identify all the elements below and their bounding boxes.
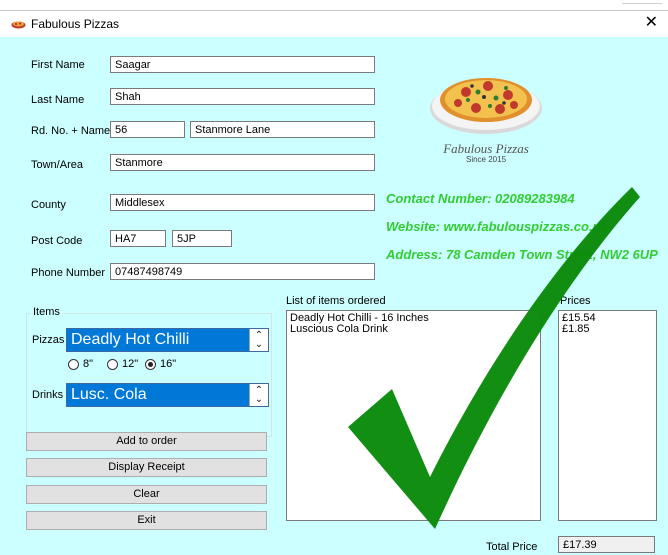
pizzas-label: Pizzas [32, 334, 65, 346]
last-name-field[interactable]: Shah [110, 88, 375, 105]
county-field[interactable]: Middlesex [110, 194, 375, 211]
last-name-label: Last Name [31, 94, 85, 106]
post-code-label: Post Code [31, 235, 83, 247]
size-radio-8[interactable]: 8" [68, 358, 93, 370]
items-group-title: Items [31, 306, 62, 318]
drink-select[interactable]: Lusc. Cola ⌃ ⌄ [66, 383, 269, 407]
first-name-field[interactable]: Saagar [110, 56, 375, 73]
town-label: Town/Area [31, 159, 83, 171]
radio-12-icon [107, 358, 118, 370]
first-name-label: First Name [31, 59, 85, 71]
size-12-label: 12" [122, 358, 139, 370]
size-16-label: 16" [160, 358, 177, 370]
phone-label: Phone Number [31, 267, 105, 279]
drinks-label: Drinks [32, 389, 64, 401]
title-bar: Fabulous Pizzas ✕ [0, 11, 668, 37]
checkmark-icon [348, 187, 640, 529]
add-to-order-button[interactable]: Add to order [26, 432, 267, 451]
radio-16-selected-icon [145, 358, 156, 370]
radio-8-icon [68, 358, 79, 370]
clear-button[interactable]: Clear [26, 485, 267, 504]
tab-edge [622, 0, 662, 4]
drink-selected-value: Lusc. Cola [71, 386, 147, 403]
pizza-select[interactable]: Deadly Hot Chilli ⌃ ⌄ [66, 328, 269, 352]
close-icon[interactable]: ✕ [645, 14, 658, 32]
exit-button[interactable]: Exit [26, 511, 267, 530]
total-price-label: Total Price [486, 541, 538, 553]
pizza-selected-value: Deadly Hot Chilli [71, 331, 190, 348]
form-client-area: First Name Saagar Last Name Shah Rd. No.… [0, 37, 668, 555]
display-receipt-button[interactable]: Display Receipt [26, 458, 267, 477]
road-label: Rd. No. + Name [31, 125, 111, 137]
size-radio-12[interactable]: 12" [107, 358, 138, 370]
pizza-spin-icon[interactable]: ⌃ ⌄ [249, 329, 268, 351]
phone-field[interactable]: 07487498749 [110, 263, 375, 280]
road-name-field[interactable]: Stanmore Lane [190, 121, 375, 138]
county-label: County [31, 199, 66, 211]
window-title: Fabulous Pizzas [31, 17, 120, 31]
pizza-logo-image [430, 78, 542, 134]
size-8-label: 8" [83, 358, 94, 370]
pizza-app-icon [11, 21, 26, 29]
drink-spin-icon[interactable]: ⌃ ⌄ [249, 384, 268, 406]
size-radio-16[interactable]: 16" [145, 358, 176, 370]
app-window: Fabulous Pizzas ✕ First Name Saagar Last… [0, 10, 668, 555]
post-code-part2-field[interactable]: 5JP [172, 230, 232, 247]
post-code-part1-field[interactable]: HA7 [110, 230, 166, 247]
road-number-field[interactable]: 56 [110, 121, 185, 138]
since-text: Since 2015 [465, 155, 507, 164]
top-strip [0, 0, 668, 10]
town-field[interactable]: Stanmore [110, 154, 375, 171]
total-price-field: £17.39 [558, 536, 655, 553]
